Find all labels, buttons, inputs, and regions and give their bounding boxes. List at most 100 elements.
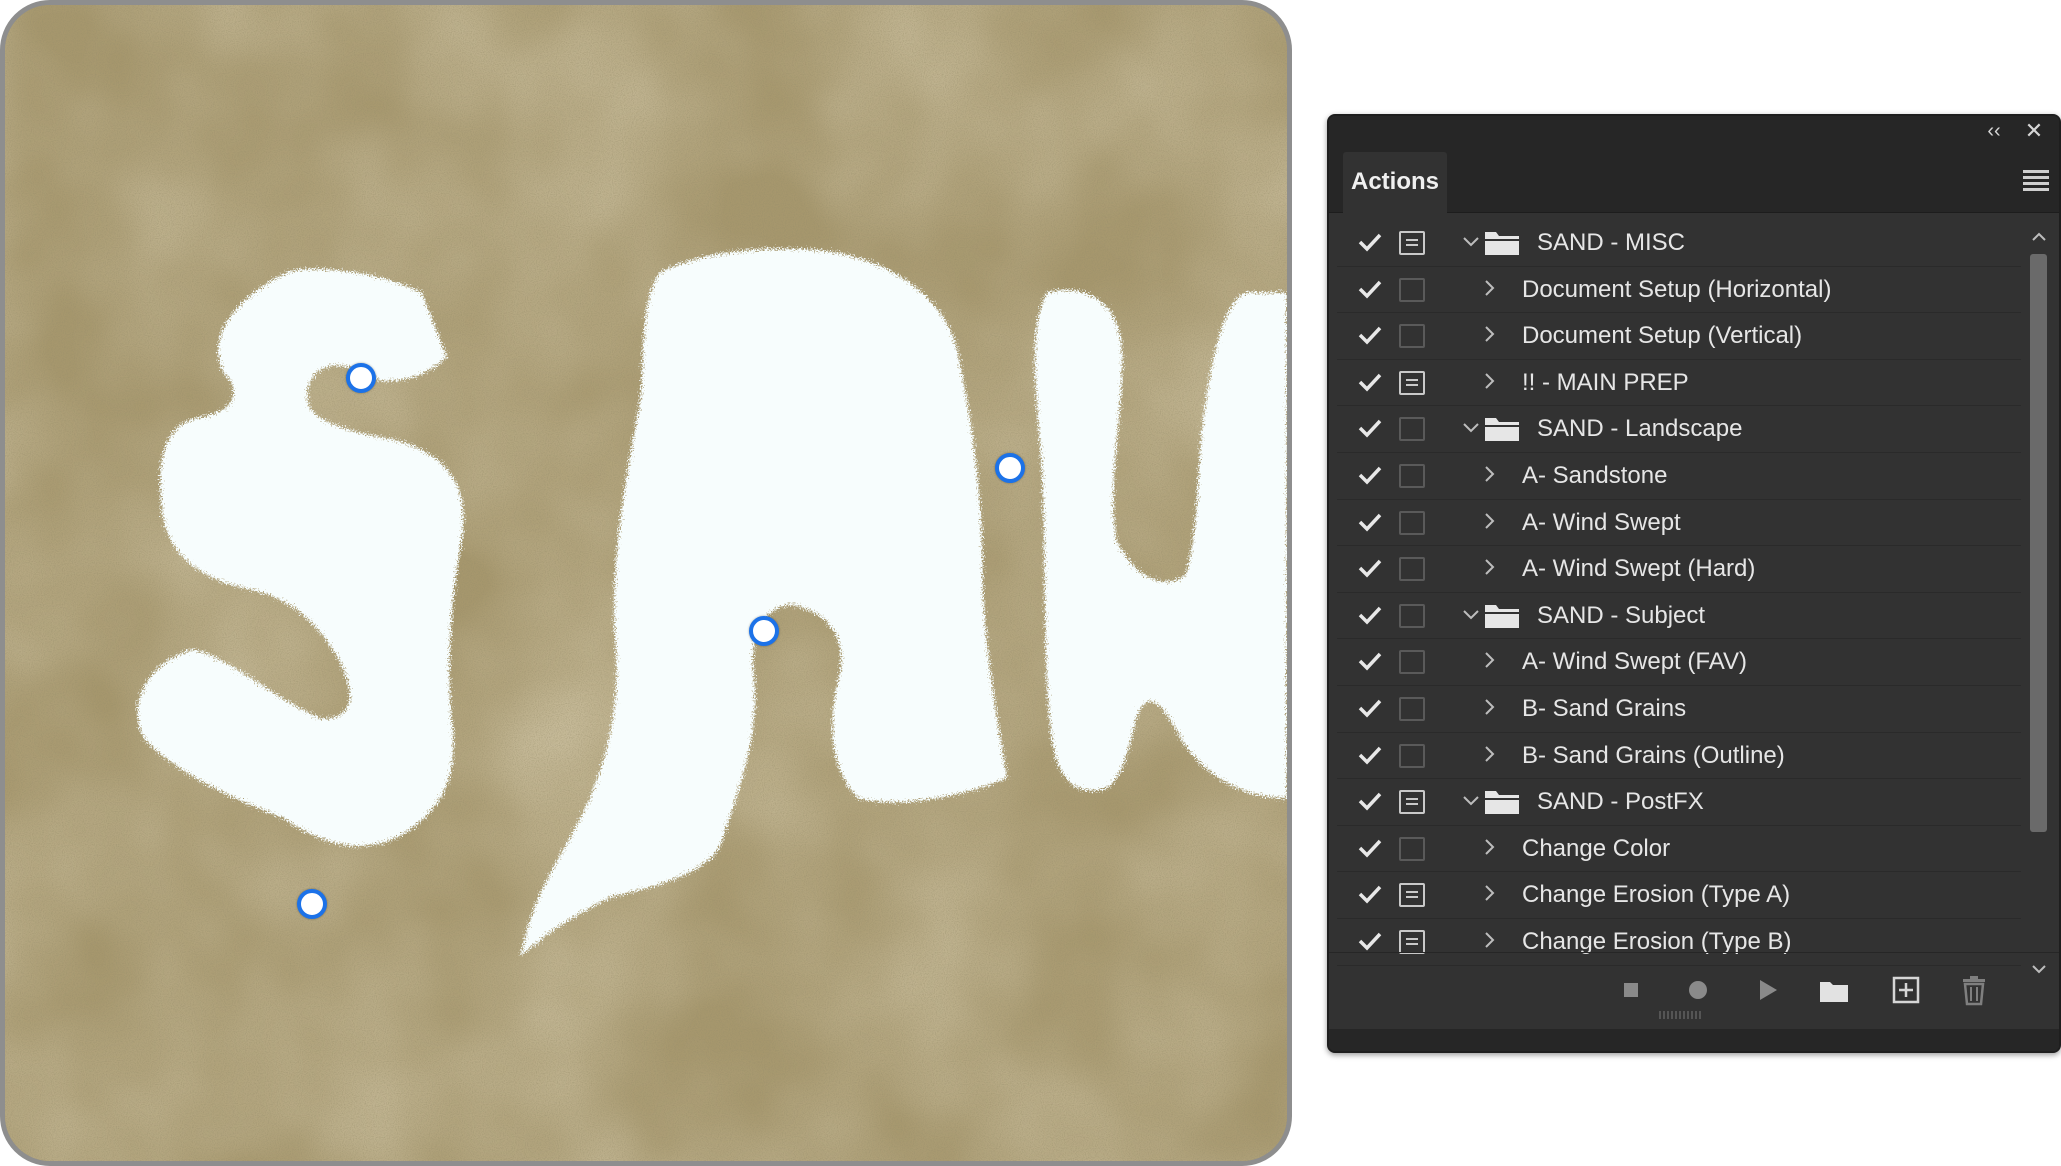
checkmark-icon[interactable] — [1357, 511, 1383, 533]
action-set-row[interactable]: SAND - Subject — [1337, 593, 2021, 640]
dialog-toggle-icon[interactable] — [1399, 231, 1425, 255]
action-set-label: SAND - MISC — [1537, 229, 1686, 256]
folder-icon — [1820, 982, 1848, 1002]
play-button[interactable] — [1750, 973, 1784, 1007]
chevron-right-icon[interactable] — [1477, 928, 1501, 952]
folder-icon — [1485, 604, 1519, 628]
new-action-button[interactable] — [1889, 973, 1923, 1007]
chevron-right-icon[interactable] — [1477, 695, 1501, 719]
stop-button[interactable] — [1614, 973, 1648, 1007]
actions-list: SAND - MISC Document Setup (Horizontal) Do… — [1337, 220, 2021, 980]
panel-resize-grip[interactable] — [1659, 1011, 1703, 1019]
delete-button[interactable] — [1957, 973, 1991, 1007]
action-set-row[interactable]: SAND - Landscape — [1337, 406, 2021, 453]
action-set-row[interactable]: SAND - MISC — [1337, 220, 2021, 267]
chevron-right-icon[interactable] — [1477, 276, 1501, 300]
chevron-down-icon[interactable] — [1459, 788, 1483, 812]
chevron-right-icon[interactable] — [1477, 648, 1501, 672]
action-label: Document Setup (Vertical) — [1522, 322, 1803, 350]
checkmark-icon[interactable] — [1357, 790, 1383, 812]
action-row[interactable]: Change Erosion (Type A) — [1337, 872, 2021, 919]
panel-menu-button[interactable] — [2023, 170, 2049, 191]
action-row[interactable]: Document Setup (Vertical) — [1337, 313, 2021, 360]
chevron-down-icon[interactable] — [1459, 415, 1483, 439]
dialog-toggle-icon[interactable] — [1399, 650, 1425, 675]
checkmark-icon[interactable] — [1357, 883, 1383, 905]
transform-handle-top-left[interactable] — [346, 363, 376, 393]
dialog-toggle-icon[interactable] — [1399, 417, 1425, 442]
checkmark-icon[interactable] — [1357, 604, 1383, 626]
panel-title-bar[interactable]: ‹‹ ✕ — [1329, 116, 2059, 146]
action-row[interactable]: Change Color — [1337, 826, 2021, 873]
action-label: A- Sandstone — [1522, 461, 1668, 489]
checkmark-icon[interactable] — [1357, 464, 1383, 486]
action-row[interactable]: A- Sandstone — [1337, 453, 2021, 500]
chevron-right-icon[interactable] — [1477, 322, 1501, 346]
chevron-right-icon[interactable] — [1477, 462, 1501, 486]
panel-footer-toolbar — [1329, 952, 2059, 1027]
action-row[interactable]: Document Setup (Horizontal) — [1337, 267, 2021, 314]
dialog-toggle-icon[interactable] — [1399, 929, 1425, 954]
dialog-toggle-icon[interactable] — [1399, 836, 1425, 861]
scroll-thumb[interactable] — [2030, 254, 2047, 832]
chevron-down-icon[interactable] — [1459, 602, 1483, 626]
dialog-toggle-icon[interactable] — [1399, 370, 1425, 395]
folder-icon — [1485, 232, 1519, 255]
chevron-right-icon[interactable] — [1477, 835, 1501, 859]
checkmark-icon[interactable] — [1357, 697, 1383, 719]
new-item-icon — [1892, 976, 1920, 1004]
close-icon: ✕ — [2024, 118, 2044, 143]
actions-scrollbar[interactable] — [2026, 220, 2052, 980]
sand-text-artwork — [5, 5, 1287, 1161]
tab-actions[interactable]: Actions — [1343, 152, 1447, 213]
checkmark-icon[interactable] — [1357, 371, 1383, 393]
dialog-toggle-icon[interactable] — [1399, 883, 1425, 908]
checkmark-icon[interactable] — [1357, 650, 1383, 672]
action-row[interactable]: A- Wind Swept — [1337, 500, 2021, 547]
scroll-up-icon[interactable] — [2026, 226, 2052, 248]
checkmark-icon[interactable] — [1357, 837, 1383, 859]
checkmark-icon[interactable] — [1357, 278, 1383, 300]
dialog-toggle-icon[interactable] — [1399, 277, 1425, 302]
action-row[interactable]: A- Wind Swept (Hard) — [1337, 546, 2021, 593]
transform-handle-center[interactable] — [749, 616, 779, 646]
dialog-toggle-icon[interactable] — [1399, 696, 1425, 721]
action-row[interactable]: A- Wind Swept (FAV) — [1337, 639, 2021, 686]
record-icon — [1689, 981, 1707, 999]
dialog-toggle-icon[interactable] — [1399, 603, 1425, 628]
close-panel-button[interactable]: ✕ — [2019, 118, 2049, 144]
record-button[interactable] — [1681, 973, 1715, 1007]
action-set-label: SAND - Landscape — [1537, 415, 1743, 443]
transform-handle-top-right[interactable] — [995, 453, 1025, 483]
create-set-button[interactable] — [1817, 973, 1851, 1007]
action-row[interactable]: B- Sand Grains (Outline) — [1337, 733, 2021, 780]
chevron-right-icon[interactable] — [1477, 369, 1501, 393]
dialog-toggle-icon[interactable] — [1399, 510, 1425, 535]
dialog-toggle-icon[interactable] — [1399, 557, 1425, 582]
chevron-right-icon[interactable] — [1477, 742, 1501, 766]
chevron-right-icon[interactable] — [1477, 509, 1501, 533]
chevron-down-icon[interactable] — [1459, 229, 1483, 253]
transform-handle-bottom-left[interactable] — [297, 889, 327, 919]
action-set-row[interactable]: SAND - PostFX — [1337, 779, 2021, 826]
action-label: B- Sand Grains — [1522, 694, 1687, 722]
chevron-right-icon[interactable] — [1477, 881, 1501, 905]
dialog-toggle-icon[interactable] — [1399, 743, 1425, 768]
checkmark-icon[interactable] — [1357, 417, 1383, 439]
collapse-panel-button[interactable]: ‹‹ — [1979, 118, 2009, 144]
action-row[interactable]: B- Sand Grains — [1337, 686, 2021, 733]
canvas-preview[interactable] — [0, 0, 1292, 1166]
checkmark-icon[interactable] — [1357, 744, 1383, 766]
checkmark-icon[interactable] — [1357, 557, 1383, 579]
action-set-label: SAND - PostFX — [1537, 788, 1704, 816]
checkmark-icon[interactable] — [1357, 231, 1383, 253]
checkmark-icon[interactable] — [1357, 324, 1383, 346]
panel-tab-bar: Actions — [1329, 146, 2059, 213]
dialog-toggle-icon[interactable] — [1399, 790, 1425, 815]
checkmark-icon[interactable] — [1357, 930, 1383, 952]
action-row[interactable]: !! - MAIN PREP — [1337, 360, 2021, 407]
chevron-right-icon[interactable] — [1477, 555, 1501, 579]
action-label: Change Color — [1522, 834, 1671, 862]
dialog-toggle-icon[interactable] — [1399, 463, 1425, 488]
dialog-toggle-icon[interactable] — [1399, 324, 1425, 349]
